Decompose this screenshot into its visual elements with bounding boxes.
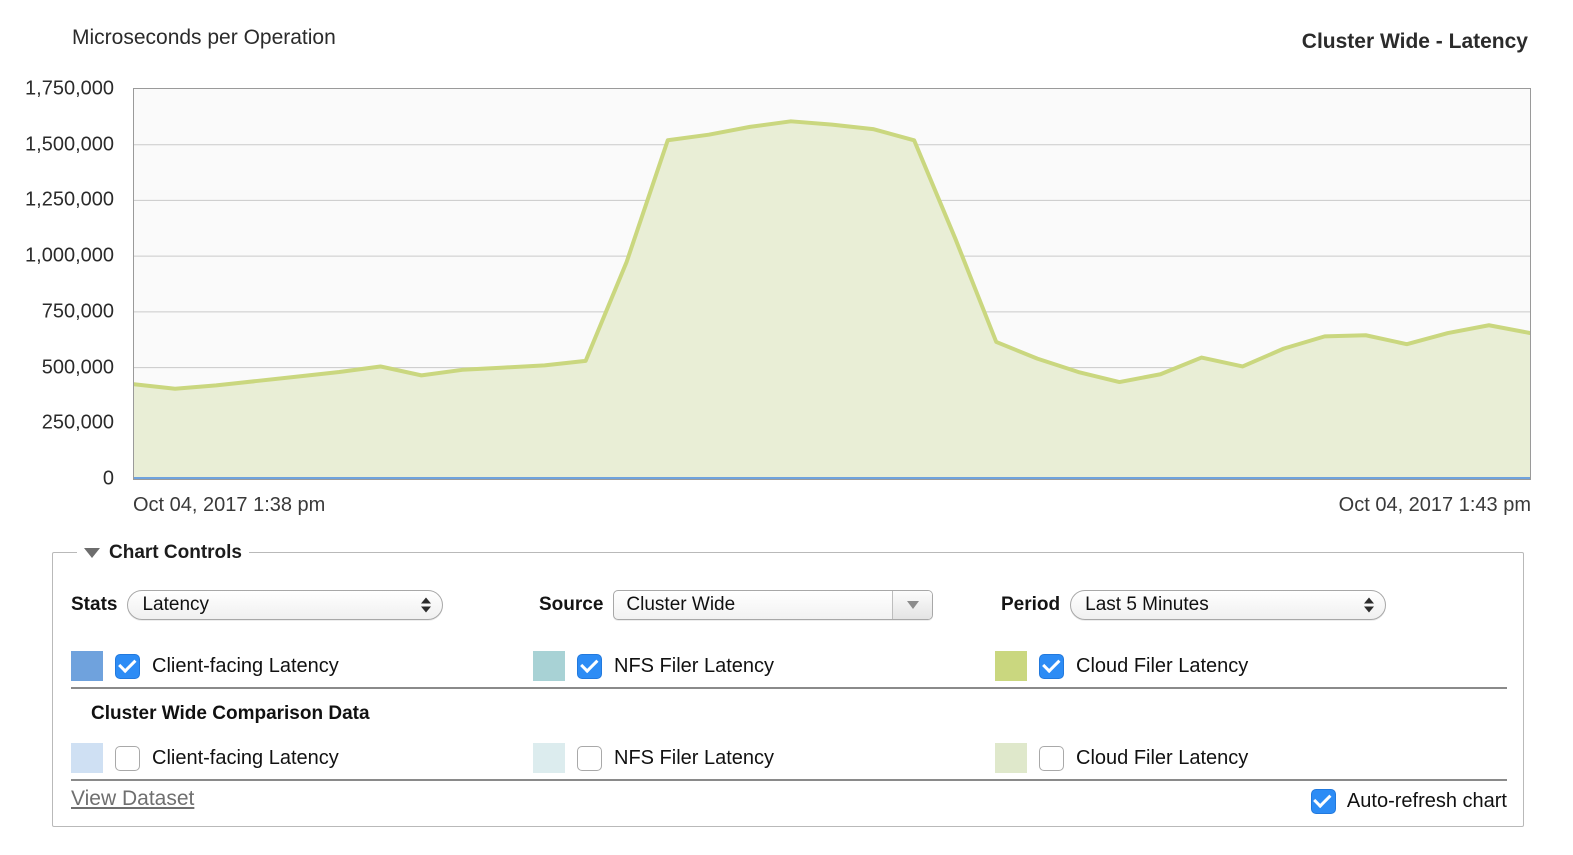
selector-row: Stats Latency Source Cluster Wide Period…	[71, 589, 1507, 621]
legend-label: NFS Filer Latency	[614, 654, 775, 677]
series-color-swatch	[533, 651, 565, 681]
auto-refresh-label: Auto-refresh chart	[1346, 789, 1507, 812]
series-color-swatch	[995, 743, 1027, 773]
comparison-legend-row: Client-facing Latency NFS Filer Latency Cl…	[71, 741, 1507, 775]
y-axis-tick-label: 1,750,000	[25, 77, 114, 100]
view-dataset-link[interactable]: View Dataset	[71, 787, 194, 811]
comparison-legend-label: Cloud Filer Latency	[1076, 746, 1249, 769]
chart-controls-panel: Chart Controls Stats Latency Source Clus…	[52, 541, 1524, 827]
legend-checkbox[interactable]	[577, 653, 602, 679]
comparison-legend-item[interactable]: Client-facing Latency	[71, 741, 339, 775]
stats-label: Stats	[71, 594, 118, 615]
chevron-down-icon	[1364, 606, 1375, 613]
x-axis-end-label: Oct 04, 2017 1:43 pm	[1338, 494, 1531, 516]
y-axis: 1,750,000 1,500,000 1,250,000 1,000,000 750,…	[0, 78, 124, 490]
chevron-up-icon	[1364, 597, 1375, 604]
area-chart-svg	[134, 119, 1530, 479]
stats-select[interactable]: Latency	[127, 590, 444, 620]
legend-label: Cloud Filer Latency	[1076, 654, 1249, 677]
legend-divider	[71, 687, 1507, 689]
source-control-group: Source Cluster Wide	[539, 589, 934, 621]
chart-header: Microseconds per Operation Cluster Wide …	[0, 26, 1573, 60]
period-select-value: Last 5 Minutes	[1085, 594, 1209, 615]
comparison-legend-checkbox[interactable]	[577, 745, 602, 771]
stepper-arrows-icon	[1364, 597, 1375, 613]
legend-item[interactable]: NFS Filer Latency	[533, 649, 774, 683]
comparison-legend-item[interactable]: NFS Filer Latency	[533, 741, 774, 775]
comparison-legend-label: Client-facing Latency	[152, 746, 339, 769]
controls-footer-row: View Dataset Auto-refresh chart	[71, 787, 1507, 817]
chevron-down-icon	[421, 606, 432, 613]
y-axis-units-label: Microseconds per Operation	[72, 26, 336, 49]
series-color-swatch	[533, 743, 565, 773]
legend-item[interactable]: Cloud Filer Latency	[995, 649, 1248, 683]
chevron-down-icon	[906, 601, 919, 609]
source-select[interactable]: Cluster Wide	[613, 590, 934, 620]
period-select[interactable]: Last 5 Minutes	[1070, 590, 1387, 620]
y-axis-tick-label: 1,250,000	[25, 188, 114, 211]
period-control-group: Period Last 5 Minutes	[1001, 589, 1387, 621]
y-axis-tick-label: 1,500,000	[25, 133, 114, 156]
stats-select-value: Latency	[142, 594, 210, 615]
page-title: Cluster Wide - Latency	[1301, 30, 1528, 53]
comparison-legend-label: NFS Filer Latency	[614, 746, 775, 769]
source-select-value: Cluster Wide	[626, 594, 736, 615]
x-axis: Oct 04, 2017 1:38 pm Oct 04, 2017 1:43 p…	[0, 494, 1573, 526]
series-color-swatch	[995, 651, 1027, 681]
chart-plot-area: 1,750,000 1,500,000 1,250,000 1,000,000 750,…	[0, 78, 1573, 490]
y-axis-tick-label: 500,000	[41, 356, 114, 379]
auto-refresh-checkbox[interactable]	[1310, 788, 1336, 814]
plot-canvas	[133, 88, 1531, 480]
stats-control-group: Stats Latency	[71, 589, 444, 621]
series-area	[134, 121, 1530, 479]
comparison-legend-checkbox[interactable]	[1039, 745, 1064, 771]
legend-checkbox[interactable]	[115, 653, 140, 679]
comparison-legend-item[interactable]: Cloud Filer Latency	[995, 741, 1248, 775]
y-axis-tick-label: 750,000	[41, 300, 114, 323]
y-axis-tick-label: 1,000,000	[25, 244, 114, 267]
y-axis-tick-label: 250,000	[41, 411, 114, 434]
latency-chart-page: Microseconds per Operation Cluster Wide …	[0, 0, 1573, 855]
auto-refresh-control[interactable]: Auto-refresh chart	[1310, 787, 1507, 815]
legend-label: Client-facing Latency	[152, 654, 339, 677]
period-label: Period	[1001, 594, 1061, 615]
source-label: Source	[539, 594, 604, 615]
legend-checkbox[interactable]	[1039, 653, 1064, 679]
source-dropdown-button[interactable]	[892, 591, 933, 619]
comparison-data-heading: Cluster Wide Comparison Data	[91, 703, 370, 724]
chevron-up-icon	[421, 597, 432, 604]
series-color-swatch	[71, 651, 103, 681]
primary-legend-row: Client-facing Latency NFS Filer Latency Cl…	[71, 649, 1507, 683]
legend-item[interactable]: Client-facing Latency	[71, 649, 339, 683]
x-axis-start-label: Oct 04, 2017 1:38 pm	[133, 494, 326, 516]
y-axis-tick-label: 0	[102, 467, 114, 490]
stepper-arrows-icon	[421, 597, 432, 613]
chart-controls-body: Stats Latency Source Cluster Wide Period…	[53, 553, 1523, 826]
comparison-divider	[71, 779, 1507, 781]
comparison-legend-checkbox[interactable]	[115, 745, 140, 771]
series-color-swatch	[71, 743, 103, 773]
